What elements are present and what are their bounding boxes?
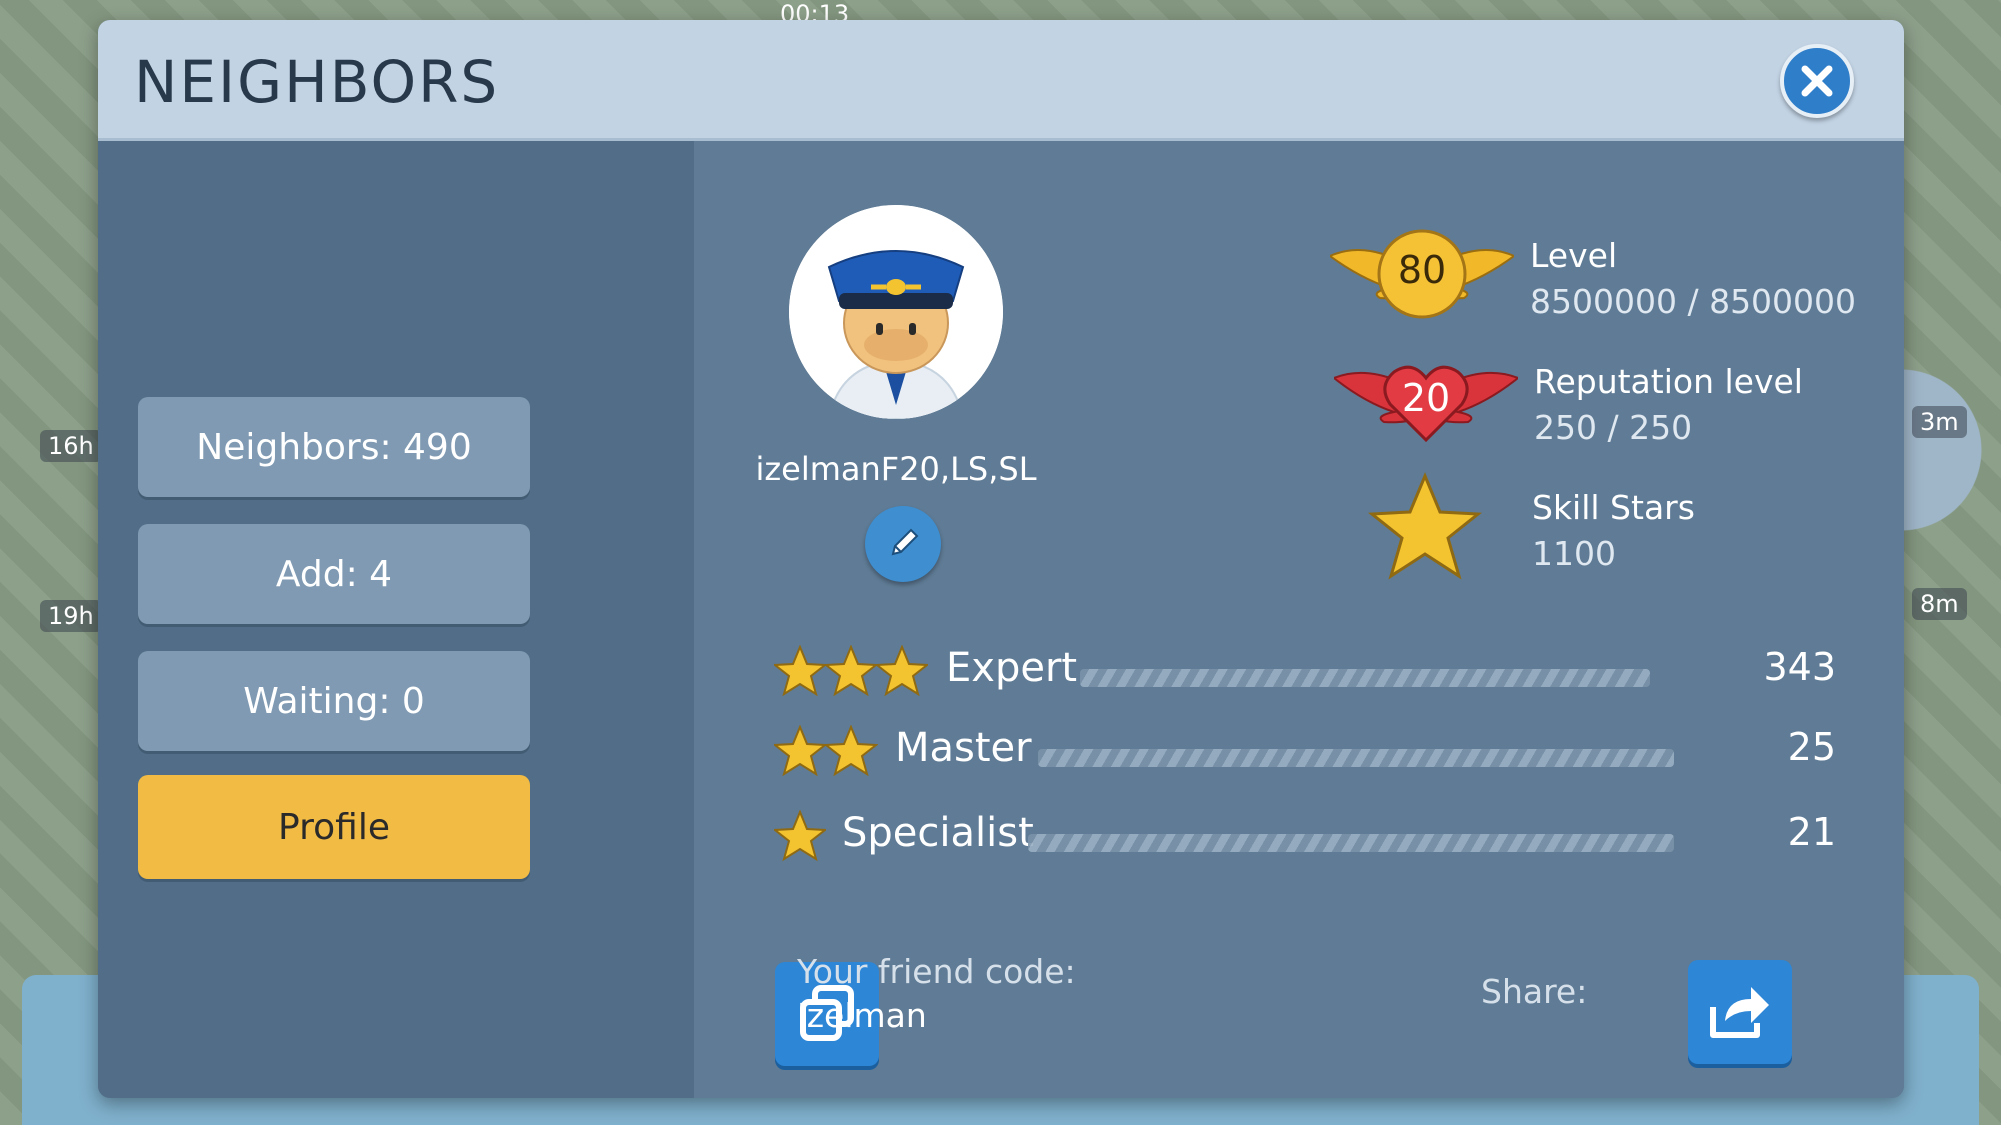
edit-name-button[interactable] [865, 506, 941, 582]
level-number: 80 [1397, 248, 1447, 292]
sidebar-item-neighbors[interactable]: Neighbors: 490 [138, 397, 530, 497]
share-button[interactable] [1688, 960, 1792, 1064]
star-icon [774, 645, 928, 697]
skill-star-icon [1368, 472, 1482, 580]
dialog-header: NEIGHBORS [98, 20, 1904, 141]
reputation-label: Reputation level [1534, 362, 1803, 401]
reputation-value: 250 / 250 [1534, 408, 1693, 447]
skill-name: Expert [946, 645, 1078, 691]
skill-progress-bar [1028, 834, 1674, 852]
sidebar: Neighbors: 490 Add: 4 Waiting: 0 Profile [98, 141, 694, 1098]
share-arrow-icon [1710, 987, 1769, 1038]
skill-name: Master [895, 725, 1032, 771]
timer-badge: 19h [40, 600, 102, 632]
timer-badge: 8m [1912, 588, 1967, 620]
skill-stars-label: Skill Stars [1532, 488, 1695, 527]
friend-code-value: Izelman [797, 996, 927, 1035]
skill-count: 21 [1787, 810, 1836, 854]
timer-badge: 3m [1912, 406, 1967, 438]
timer-badge: 16h [40, 430, 102, 462]
skill-count: 25 [1787, 725, 1836, 769]
star-icon [774, 725, 878, 777]
star-icon [774, 810, 826, 862]
skill-stars-value: 1100 [1532, 534, 1616, 573]
sidebar-item-add[interactable]: Add: 4 [138, 524, 530, 624]
share-label: Share: [1481, 972, 1588, 1011]
friend-code-label: Your friend code: [797, 952, 1076, 991]
pencil-icon [891, 528, 919, 556]
pilot-avatar [789, 205, 1003, 419]
level-value: 8500000 / 8500000 [1530, 282, 1857, 321]
skill-progress-bar [1080, 669, 1650, 687]
sidebar-item-waiting[interactable]: Waiting: 0 [138, 651, 530, 751]
dialog-title: NEIGHBORS [134, 48, 500, 116]
close-icon [1801, 65, 1833, 97]
close-button[interactable] [1780, 44, 1854, 118]
sidebar-item-profile[interactable]: Profile [138, 775, 530, 879]
skill-name: Specialist [842, 810, 1034, 856]
skill-count: 343 [1763, 645, 1836, 689]
reputation-number: 20 [1401, 376, 1451, 420]
neighbors-dialog: NEIGHBORS Neighbors: 490 Add: 4 Waiting:… [98, 20, 1904, 1098]
level-label: Level [1530, 236, 1618, 275]
skill-progress-bar [1038, 749, 1674, 767]
username: izelmanF20,LS,SL [755, 450, 1037, 488]
